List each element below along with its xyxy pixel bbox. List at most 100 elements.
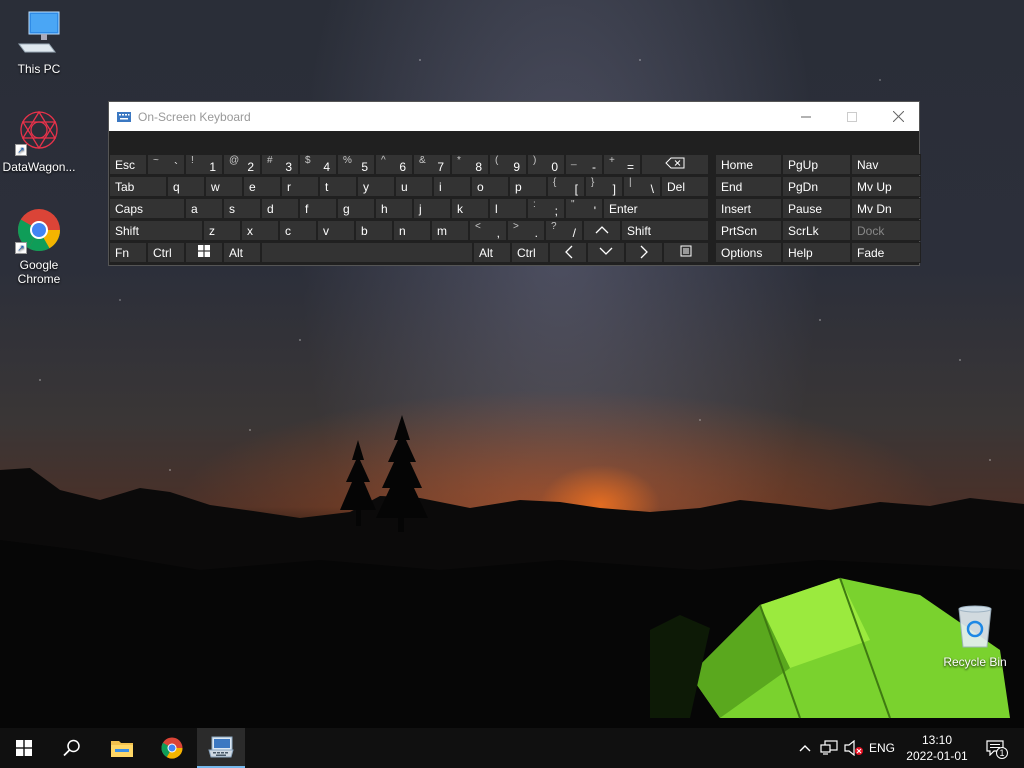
key-mvup[interactable]: Mv Up — [851, 176, 921, 197]
key-end[interactable]: End — [715, 176, 782, 197]
key-lshift[interactable]: Shift — [109, 220, 203, 241]
key-y[interactable]: y — [357, 176, 395, 197]
key-quote[interactable]: " ' — [565, 198, 603, 219]
key-k8[interactable]: * 8 — [451, 154, 489, 175]
key-win[interactable] — [185, 242, 223, 263]
key-p[interactable]: p — [509, 176, 547, 197]
network-status-button[interactable] — [818, 728, 840, 768]
show-hidden-icons-button[interactable] — [796, 728, 814, 768]
clock[interactable]: 13:10 2022-01-01 — [898, 732, 976, 764]
key-fn[interactable]: Fn — [109, 242, 147, 263]
key-r[interactable]: r — [281, 176, 319, 197]
key-esc[interactable]: Esc — [109, 154, 147, 175]
key-k2[interactable]: @2 — [223, 154, 261, 175]
key-minus[interactable]: _ - — [565, 154, 603, 175]
desktop-icon-google-chrome[interactable]: ↗ Google Chrome — [1, 206, 77, 286]
key-comma[interactable]: <, — [469, 220, 507, 241]
key-nav[interactable]: Nav — [851, 154, 921, 175]
key-pgdn[interactable]: PgDn — [782, 176, 851, 197]
key-tilde[interactable]: ~ ` — [147, 154, 185, 175]
desktop-icon-datawagon[interactable]: ↗ DataWagon... — [1, 108, 77, 174]
key-a[interactable]: a — [185, 198, 223, 219]
key-menu[interactable] — [663, 242, 709, 263]
key-lbracket[interactable]: {[ — [547, 176, 585, 197]
key-enter[interactable]: Enter — [603, 198, 709, 219]
key-j[interactable]: j — [413, 198, 451, 219]
key-up[interactable] — [583, 220, 621, 241]
key-l[interactable]: l — [489, 198, 527, 219]
action-center-button[interactable]: 1 — [980, 728, 1010, 768]
key-caps[interactable]: Caps — [109, 198, 185, 219]
key-k[interactable]: k — [451, 198, 489, 219]
key-z[interactable]: z — [203, 220, 241, 241]
key-d[interactable]: d — [261, 198, 299, 219]
key-rctrl[interactable]: Ctrl — [511, 242, 549, 263]
key-space[interactable] — [261, 242, 473, 263]
taskbar-file-explorer[interactable] — [98, 728, 146, 768]
key-options[interactable]: Options — [715, 242, 782, 263]
key-n[interactable]: n — [393, 220, 431, 241]
key-pause[interactable]: Pause — [782, 198, 851, 219]
key-w[interactable]: w — [205, 176, 243, 197]
key-u[interactable]: u — [395, 176, 433, 197]
key-mvdn[interactable]: Mv Dn — [851, 198, 921, 219]
key-down[interactable] — [587, 242, 625, 263]
key-k1[interactable]: ! 1 — [185, 154, 223, 175]
search-button[interactable] — [48, 728, 96, 768]
key-del[interactable]: Del — [661, 176, 709, 197]
key-m[interactable]: m — [431, 220, 469, 241]
key-q[interactable]: q — [167, 176, 205, 197]
key-i[interactable]: i — [433, 176, 471, 197]
window-titlebar[interactable]: On-Screen Keyboard — [109, 102, 919, 131]
key-f[interactable]: f — [299, 198, 337, 219]
key-period[interactable]: >. — [507, 220, 545, 241]
key-k0[interactable]: ) 0 — [527, 154, 565, 175]
key-rshift[interactable]: Shift — [621, 220, 709, 241]
key-e[interactable]: e — [243, 176, 281, 197]
key-k7[interactable]: & 7 — [413, 154, 451, 175]
key-h[interactable]: h — [375, 198, 413, 219]
key-scrlk[interactable]: ScrLk — [782, 220, 851, 241]
key-v[interactable]: v — [317, 220, 355, 241]
key-home[interactable]: Home — [715, 154, 782, 175]
key-lctrl[interactable]: Ctrl — [147, 242, 185, 263]
key-k3[interactable]: #3 — [261, 154, 299, 175]
desktop-icon-this-pc[interactable]: This PC — [1, 10, 77, 76]
key-rbracket[interactable]: }] — [585, 176, 623, 197]
key-semicolon[interactable]: :; — [527, 198, 565, 219]
key-backslash[interactable]: | \ — [623, 176, 661, 197]
key-slash[interactable]: ? / — [545, 220, 583, 241]
taskbar-google-chrome[interactable] — [148, 728, 196, 768]
key-k9[interactable]: (9 — [489, 154, 527, 175]
key-t[interactable]: t — [319, 176, 357, 197]
key-equals[interactable]: + = — [603, 154, 641, 175]
volume-button[interactable] — [843, 728, 865, 768]
key-help[interactable]: Help — [782, 242, 851, 263]
input-language-indicator[interactable]: ENG — [868, 728, 896, 768]
key-o[interactable]: o — [471, 176, 509, 197]
key-x[interactable]: x — [241, 220, 279, 241]
key-tab[interactable]: Tab — [109, 176, 167, 197]
start-button[interactable] — [0, 728, 48, 768]
key-prtscn[interactable]: PrtScn — [715, 220, 782, 241]
key-pgup[interactable]: PgUp — [782, 154, 851, 175]
key-fade[interactable]: Fade — [851, 242, 921, 263]
key-b[interactable]: b — [355, 220, 393, 241]
key-c[interactable]: c — [279, 220, 317, 241]
desktop-icon-recycle-bin[interactable]: Recycle Bin — [937, 603, 1013, 669]
on-screen-keyboard-window[interactable]: On-Screen Keyboard Esc ~ `! 1 @2 #3 $4% 5 ^ 6 & 7 * 8… — [108, 101, 921, 266]
key-g[interactable]: g — [337, 198, 375, 219]
key-left[interactable] — [549, 242, 587, 263]
minimize-button[interactable] — [783, 102, 829, 131]
key-backspace[interactable] — [641, 154, 709, 175]
key-k4[interactable]: $4 — [299, 154, 337, 175]
key-right[interactable] — [625, 242, 663, 263]
key-s[interactable]: s — [223, 198, 261, 219]
key-insert[interactable]: Insert — [715, 198, 782, 219]
key-ralt[interactable]: Alt — [473, 242, 511, 263]
taskbar-on-screen-keyboard[interactable] — [197, 728, 245, 768]
close-button[interactable] — [875, 102, 921, 131]
key-k5[interactable]: % 5 — [337, 154, 375, 175]
key-k6[interactable]: ^ 6 — [375, 154, 413, 175]
key-lalt[interactable]: Alt — [223, 242, 261, 263]
